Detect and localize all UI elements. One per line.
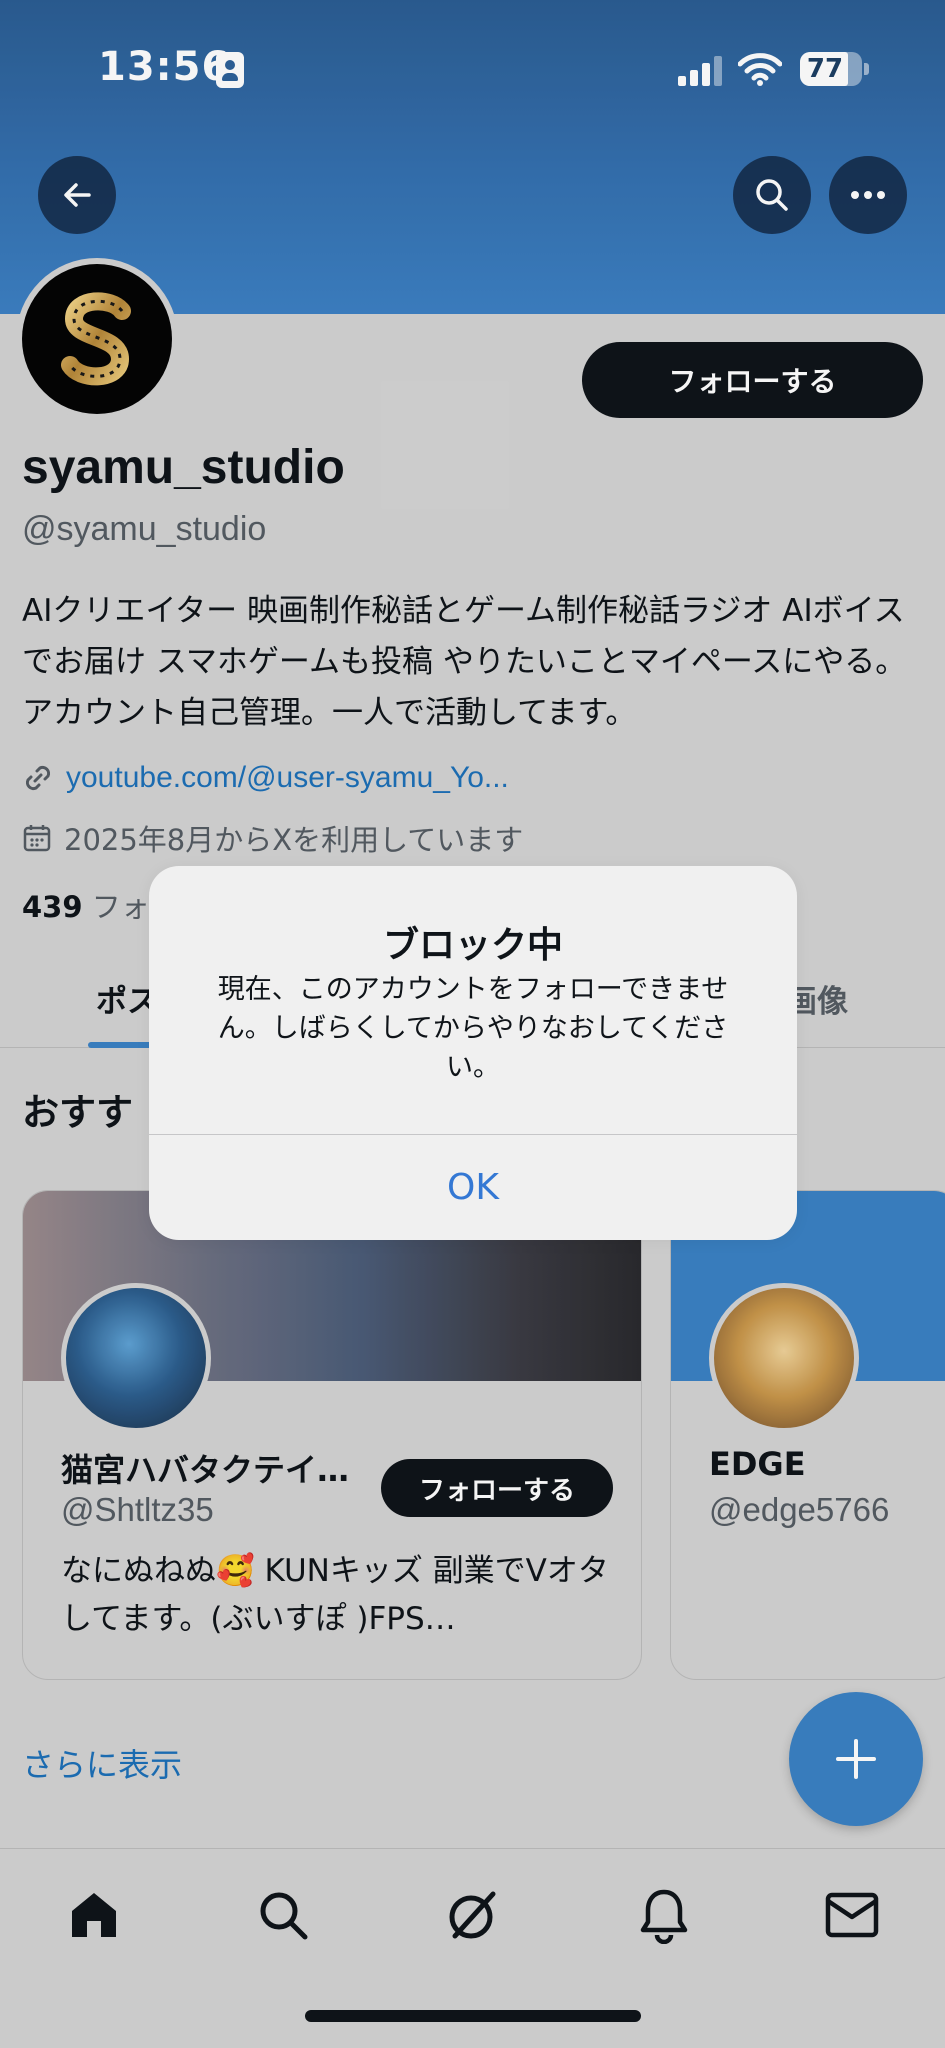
alert-message: 現在、このアカウントをフォローできません。しばらくしてからやりなおしてください。: [217, 974, 729, 1083]
alert-ok-button[interactable]: OK: [149, 1134, 797, 1240]
blocked-alert-dialog: ブロック中 現在、このアカウントをフォローできません。しばらくしてからやりなおし…: [149, 866, 797, 1240]
alert-title: ブロック中: [382, 925, 563, 966]
